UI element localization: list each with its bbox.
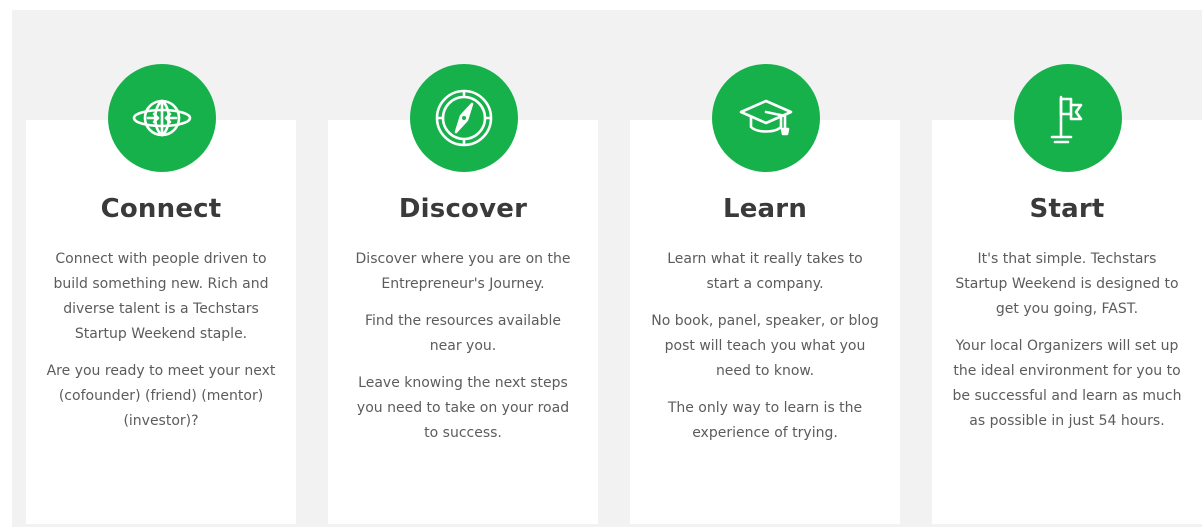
card-body: Discover where you are on the Entreprene… xyxy=(348,247,578,458)
card-body: Learn what it really takes to start a co… xyxy=(650,247,880,458)
start-icon-badge xyxy=(1014,64,1122,172)
discover-icon-badge xyxy=(410,64,518,172)
card-title: Start xyxy=(1029,194,1105,224)
card-paragraph: Connect with people driven to build some… xyxy=(53,251,269,342)
card-paragraph: Your local Organizers will set up the id… xyxy=(952,338,1182,429)
feature-card-connect: Connect Connect with people driven to bu… xyxy=(26,64,296,524)
card-title: Learn xyxy=(722,194,808,224)
connect-icon-badge xyxy=(108,64,216,172)
feature-card-discover: Discover Discover where you are on the E… xyxy=(328,64,598,524)
compass-icon xyxy=(435,89,493,147)
card-body: It's that simple. Techstars Startup Week… xyxy=(952,247,1182,446)
card-paragraph: Learn what it really takes to start a co… xyxy=(667,251,863,292)
card-paragraph: The only way to learn is the experience … xyxy=(667,400,863,441)
graduation-cap-icon xyxy=(739,99,793,136)
card-body: Connect with people driven to build some… xyxy=(46,247,276,446)
feature-card-start: Start It's that simple. Techstars Startu… xyxy=(932,64,1202,524)
card-title: Discover xyxy=(398,194,528,224)
card-paragraph: Are you ready to meet your next (cofound… xyxy=(46,363,276,429)
card-paragraph: Discover where you are on the Entreprene… xyxy=(355,251,571,292)
card-paragraph: It's that simple. Techstars Startup Week… xyxy=(955,251,1179,317)
learn-icon-badge xyxy=(712,64,820,172)
card-paragraph: Find the resources available near you. xyxy=(364,313,562,354)
card-title: Connect xyxy=(100,194,222,224)
features-section: Connect Connect with people driven to bu… xyxy=(12,10,1202,527)
globe-arrows-icon xyxy=(132,99,192,137)
flag-icon xyxy=(1050,95,1083,144)
feature-card-learn: Learn Learn what it really takes to star… xyxy=(630,64,900,524)
card-paragraph: Leave knowing the next steps you need to… xyxy=(356,375,570,441)
card-paragraph: No book, panel, speaker, or blog post wi… xyxy=(651,313,879,379)
